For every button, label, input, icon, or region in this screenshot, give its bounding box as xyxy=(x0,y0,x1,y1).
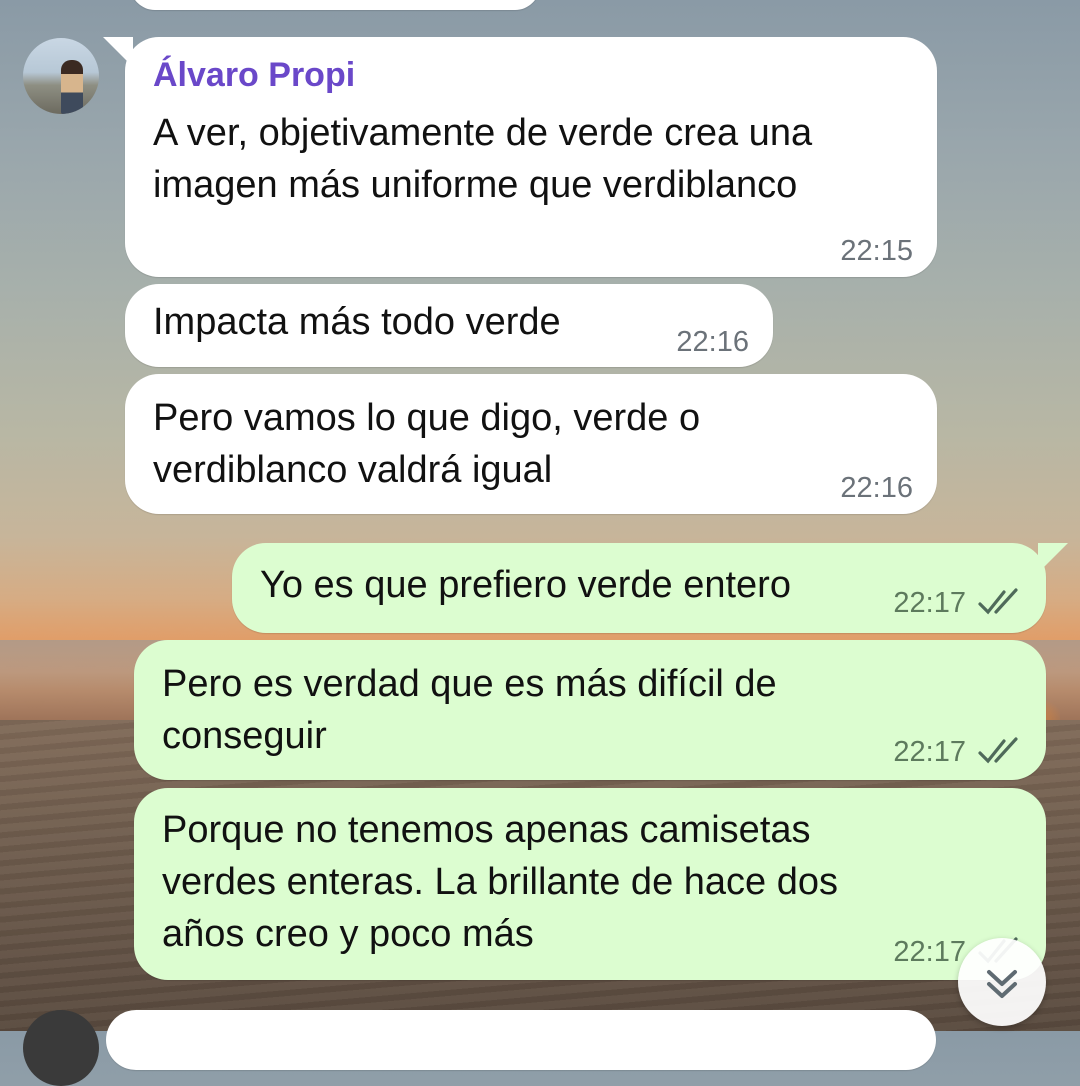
message-bubble-outgoing[interactable]: Pero es verdad que es más difícil de con… xyxy=(134,640,1046,780)
bubble-tail xyxy=(103,37,133,67)
next-message-bubble[interactable] xyxy=(106,1010,936,1070)
sender-avatar[interactable] xyxy=(23,38,99,114)
double-check-icon xyxy=(978,737,1018,764)
message-text: Pero es verdad que es más difícil de con… xyxy=(162,663,777,757)
avatar-person xyxy=(61,60,83,114)
message-time: 22:16 xyxy=(840,472,913,504)
message-time: 22:17 xyxy=(893,936,966,968)
sender-name[interactable]: Álvaro Propi xyxy=(153,55,355,95)
message-bubble-outgoing[interactable]: Yo es que prefiero verde entero 22:17 xyxy=(232,543,1068,633)
message-text: Impacta más todo verde xyxy=(153,301,561,343)
double-check-icon xyxy=(978,588,1018,615)
message-bubble-outgoing[interactable]: Porque no tenemos apenas camisetas verde… xyxy=(134,788,1046,980)
message-text: Yo es que prefiero verde entero xyxy=(260,564,791,606)
message-bubble-incoming[interactable]: Impacta más todo verde 22:16 xyxy=(125,284,773,367)
next-sender-avatar[interactable] xyxy=(23,1010,99,1086)
scroll-to-bottom-button[interactable] xyxy=(958,938,1046,1026)
message-bubble-incoming[interactable]: Pero vamos lo que digo, verde o verdibla… xyxy=(125,374,937,514)
message-text: Porque no tenemos apenas camisetas verde… xyxy=(162,809,838,955)
message-time: 22:16 xyxy=(676,326,749,358)
double-chevron-down-icon xyxy=(987,970,1017,998)
bubble-tail xyxy=(1038,543,1068,573)
message-time: 22:15 xyxy=(840,235,913,267)
message-time: 22:17 xyxy=(893,587,966,619)
message-time: 22:17 xyxy=(893,736,966,768)
message-text: Pero vamos lo que digo, verde o verdibla… xyxy=(153,397,701,491)
message-bubble-incoming[interactable]: Álvaro Propi A ver, objetivamente de ver… xyxy=(103,37,937,277)
message-text: A ver, objetivamente de verde crea una i… xyxy=(153,112,813,206)
previous-message-bubble[interactable] xyxy=(130,0,540,10)
